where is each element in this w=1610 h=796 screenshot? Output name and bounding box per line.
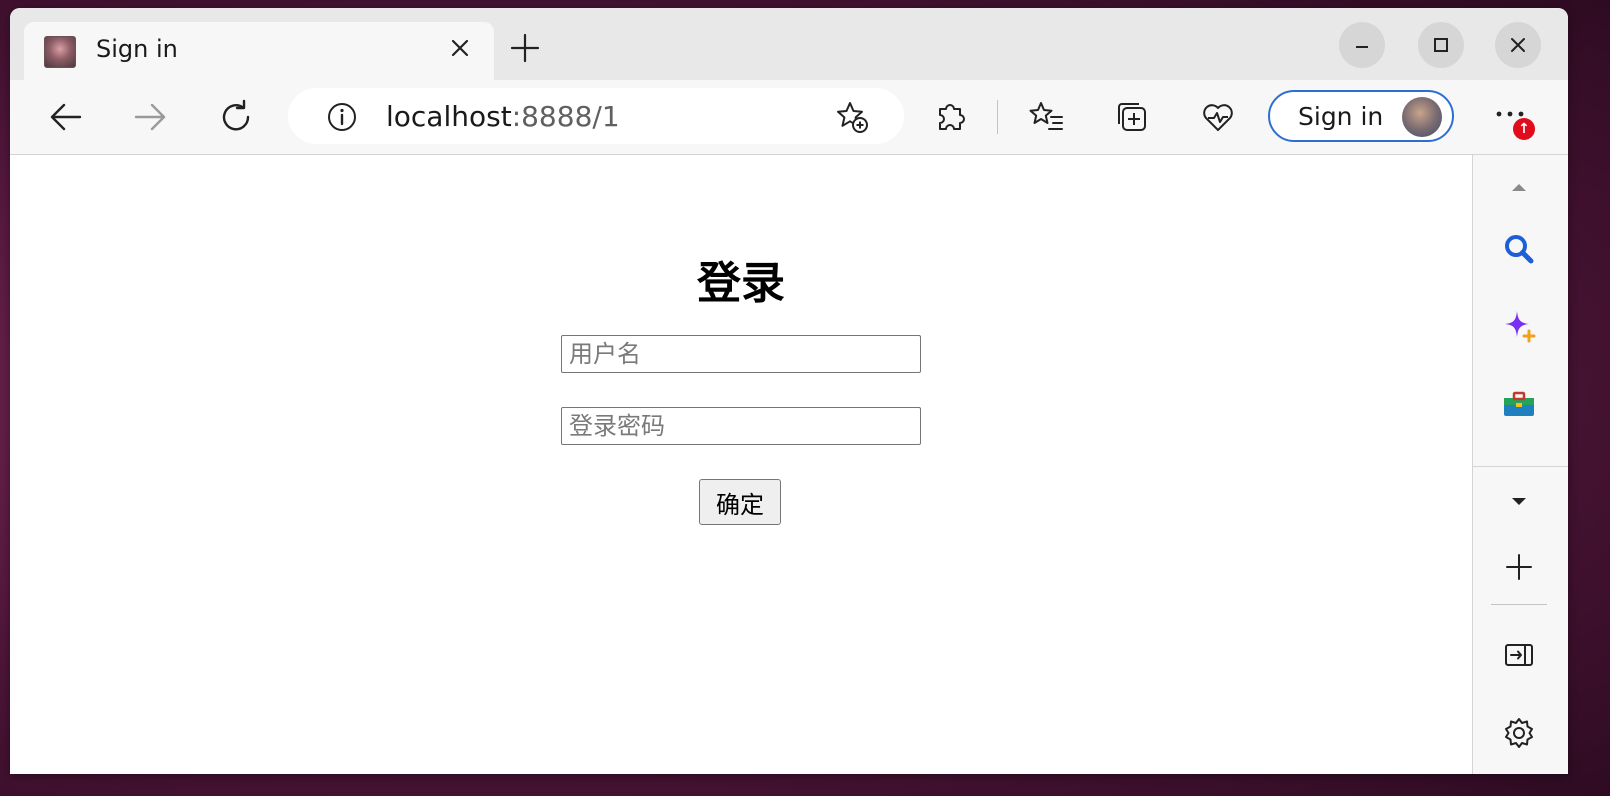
site-favicon	[44, 36, 76, 68]
favorites-list-icon[interactable]	[1026, 97, 1066, 137]
hide-sidebar-icon[interactable]	[1499, 635, 1539, 675]
plus-icon[interactable]	[507, 30, 543, 66]
minimize-icon[interactable]	[1339, 22, 1385, 68]
page-title: 登录	[697, 258, 785, 309]
update-badge: ↑	[1513, 118, 1535, 140]
sign-in-button[interactable]: Sign in	[1268, 90, 1454, 142]
address-bar[interactable]: localhost:8888/1	[288, 88, 904, 144]
browser-window: Sign in localhost:8888/1 Sign in ↑ 登录 用户…	[10, 8, 1568, 774]
arrow-right-icon[interactable]	[130, 97, 170, 137]
sidebar-divider	[1473, 466, 1568, 467]
settings-icon[interactable]	[1499, 713, 1539, 753]
tab-title: Sign in	[96, 35, 178, 63]
puzzle-icon[interactable]	[930, 97, 970, 137]
page-content: 登录 确定	[10, 155, 1472, 774]
refresh-icon[interactable]	[216, 97, 256, 137]
toolbar-divider	[997, 100, 998, 134]
close-icon[interactable]	[444, 32, 476, 64]
scroll-down-icon[interactable]	[1499, 481, 1539, 521]
star-add-icon[interactable]	[832, 97, 872, 137]
copilot-sparkle-icon[interactable]	[1499, 307, 1539, 347]
close-icon[interactable]	[1495, 22, 1541, 68]
browser-toolbar: localhost:8888/1 Sign in ↑	[10, 80, 1568, 155]
username-field[interactable]	[561, 335, 921, 373]
heart-pulse-icon[interactable]	[1198, 97, 1238, 137]
search-icon[interactable]	[1499, 229, 1539, 269]
url-text[interactable]: localhost:8888/1	[386, 100, 620, 133]
add-icon[interactable]	[1499, 547, 1539, 587]
edge-sidebar	[1472, 155, 1568, 774]
maximize-icon[interactable]	[1418, 22, 1464, 68]
tab-strip: Sign in	[10, 8, 1568, 80]
info-icon[interactable]	[322, 97, 362, 137]
sign-in-label: Sign in	[1298, 102, 1384, 131]
sidebar-divider-2	[1491, 604, 1547, 605]
password-field[interactable]	[561, 407, 921, 445]
arrow-left-icon[interactable]	[46, 97, 86, 137]
tools-briefcase-icon[interactable]	[1499, 385, 1539, 425]
tab-sign-in[interactable]: Sign in	[24, 22, 494, 80]
avatar	[1402, 97, 1442, 137]
submit-button[interactable]: 确定	[699, 479, 781, 525]
url-path: :8888/1	[511, 100, 620, 133]
scroll-up-icon[interactable]	[1499, 167, 1539, 207]
collections-icon[interactable]	[1112, 97, 1152, 137]
url-host: localhost	[386, 100, 512, 133]
